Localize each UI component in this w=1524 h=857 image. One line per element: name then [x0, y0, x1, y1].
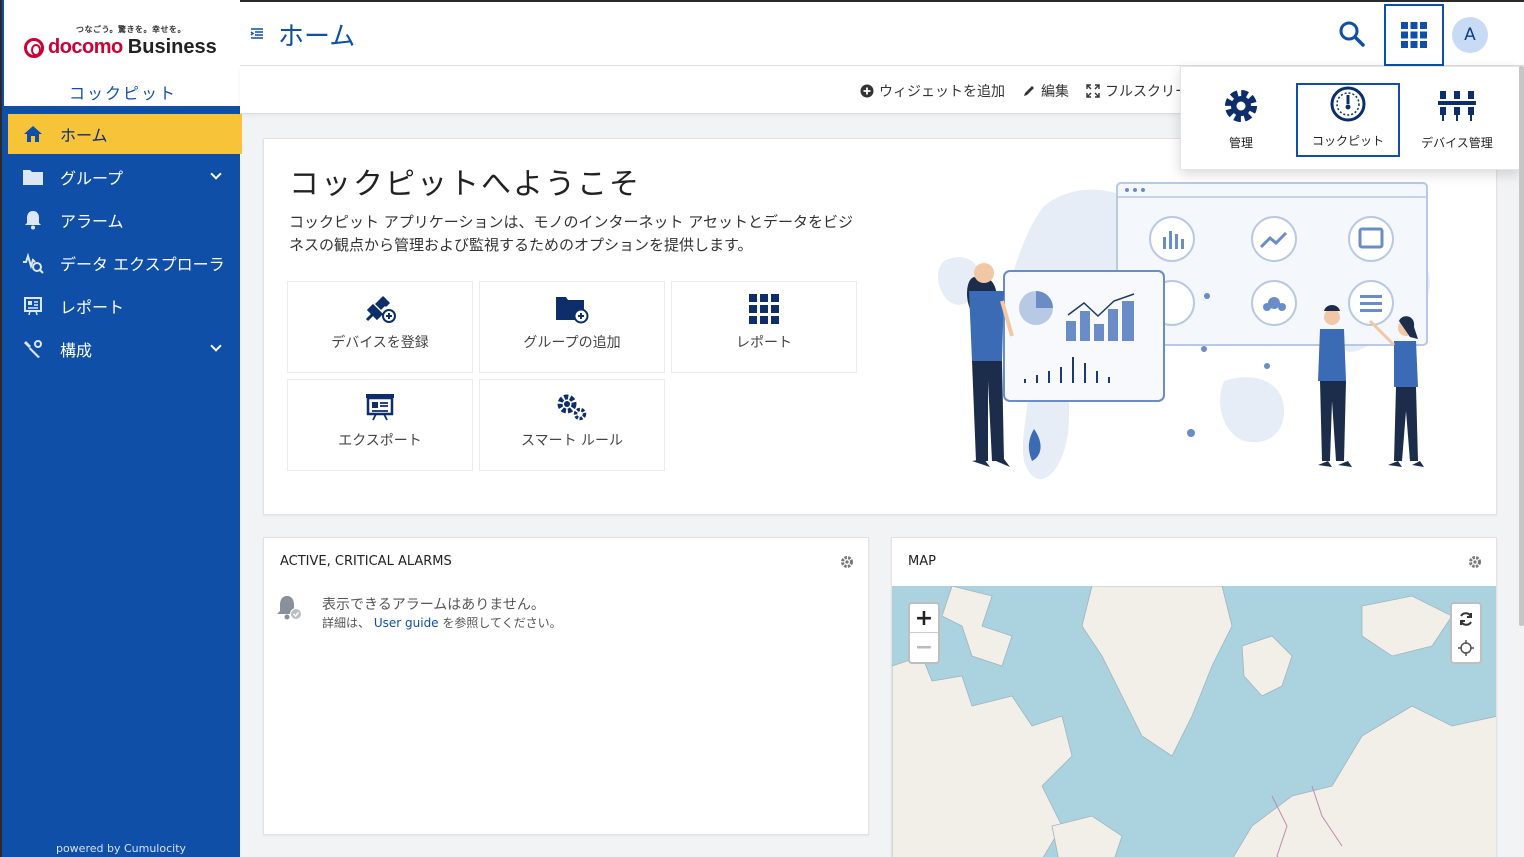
register-device-tile[interactable]: デバイスを登録 — [287, 281, 473, 373]
app-cockpit[interactable]: コックピット — [1296, 83, 1400, 157]
brand-business: Business — [127, 36, 217, 58]
sidebar-toggle-icon[interactable] — [250, 26, 264, 40]
map-canvas[interactable]: + − — [892, 586, 1496, 857]
sidebar-item-data-explorer[interactable]: データ エクスプローラ — [4, 243, 242, 283]
sidebar-item-label: ホーム — [60, 126, 108, 145]
export-tile[interactable]: エクスポート — [287, 379, 473, 471]
chevron-down-icon[interactable] — [210, 340, 222, 352]
widget-settings-gear-icon[interactable] — [840, 554, 854, 573]
widget-settings-gear-icon[interactable] — [1468, 554, 1482, 573]
tile-label: エクスポート — [338, 433, 422, 449]
docomo-logo-icon — [24, 37, 44, 58]
sidebar-item-label: 構成 — [60, 341, 93, 360]
plus-circle-icon — [860, 84, 874, 98]
locate-icon[interactable] — [1452, 633, 1480, 662]
expand-icon — [1086, 84, 1100, 98]
detail-prefix: 詳細は、 — [322, 616, 371, 630]
tile-label: スマート ルール — [520, 433, 624, 449]
no-alarms-message: 表示できるアラームはありません。 — [322, 597, 545, 613]
app-administration[interactable]: 管理 — [1189, 83, 1293, 157]
report-icon — [22, 295, 44, 317]
tile-label: レポート — [736, 335, 792, 351]
map-widget-title: MAP — [908, 554, 936, 569]
sidebar-item-label: アラーム — [60, 212, 124, 231]
app-switcher-button[interactable] — [1384, 4, 1444, 66]
brand-logo[interactable]: docomo Business — [24, 36, 217, 59]
app-label: デバイス管理 — [1421, 136, 1493, 150]
presentation-icon — [364, 392, 396, 426]
welcome-illustration — [938, 182, 1430, 480]
welcome-widget: コックピットへようこそ コックピット アプリケーションは、モノのインターネット … — [263, 138, 1497, 515]
top-header: ホーム A — [240, 0, 1524, 66]
map-controls — [1450, 602, 1482, 664]
page-title: ホーム — [278, 22, 356, 52]
sidebar-nav: ホーム グループ アラーム データ エクスプローラ レポート 構成 — [4, 114, 242, 372]
fullscreen-label: フルスクリー — [1105, 84, 1189, 100]
tile-label: デバイスを登録 — [331, 335, 429, 351]
chevron-down-icon[interactable] — [210, 168, 222, 180]
report-tile[interactable]: レポート — [671, 281, 857, 373]
sidebar-item-alarms[interactable]: アラーム — [4, 200, 242, 240]
add-group-tile[interactable]: グループの追加 — [479, 281, 665, 373]
sidebar-item-label: グループ — [60, 169, 124, 188]
sidebar: つなごう。驚きを。幸せを。 docomo Business コックピット ホーム… — [0, 0, 242, 857]
bell-icon — [22, 209, 44, 231]
gauge-icon — [1329, 85, 1367, 126]
map-widget: MAP + − — [891, 537, 1497, 857]
detail-suffix: を参照してください。 — [442, 616, 562, 630]
data-explorer-icon — [22, 252, 44, 274]
plug-add-icon — [363, 292, 397, 328]
app-device-management[interactable]: デバイス管理 — [1405, 83, 1509, 157]
sidebar-item-label: データ エクスプローラ — [60, 255, 225, 274]
alarms-widget-title: ACTIVE, CRITICAL ALARMS — [280, 554, 452, 569]
app-label: コックピット — [1311, 134, 1384, 148]
sidebar-item-groups[interactable]: グループ — [4, 157, 242, 197]
zoom-out-button[interactable]: − — [910, 633, 938, 662]
brand-tagline: つなごう。驚きを。幸せを。 — [76, 25, 187, 34]
fullscreen-button[interactable]: フルスクリー — [1086, 81, 1189, 101]
brand-docomo: docomo — [48, 36, 123, 58]
app-grid-icon — [1401, 22, 1427, 48]
map-tiles — [892, 586, 1496, 857]
pencil-icon — [1024, 86, 1034, 96]
page-scrollbar[interactable] — [1519, 66, 1524, 626]
gear-icon — [1222, 87, 1260, 128]
app-switcher-dropdown: 管理 コックピット デバイス管理 — [1180, 66, 1520, 170]
refresh-icon[interactable] — [1452, 604, 1480, 633]
zoom-control: + − — [908, 602, 940, 664]
user-guide-link[interactable]: User guide — [374, 616, 439, 630]
user-avatar[interactable]: A — [1452, 17, 1488, 53]
search-icon[interactable] — [1336, 18, 1368, 50]
edit-label: 編集 — [1041, 84, 1069, 100]
welcome-title: コックピットへようこそ — [289, 167, 641, 202]
folder-icon — [22, 166, 44, 188]
sidebar-item-home[interactable]: ホーム — [4, 114, 242, 154]
sidebar-item-configuration[interactable]: 構成 — [4, 329, 242, 369]
folder-add-icon — [554, 294, 590, 328]
configuration-icon — [22, 338, 44, 360]
smart-rule-tile[interactable]: スマート ルール — [479, 379, 665, 471]
brand-divider — [4, 106, 242, 110]
bell-check-icon — [274, 592, 304, 626]
device-management-icon — [1437, 87, 1477, 128]
welcome-description: コックピット アプリケーションは、モノのインターネット アセットとデータをビジネ… — [289, 213, 853, 254]
grid-icon — [749, 294, 779, 328]
home-icon — [22, 123, 44, 145]
zoom-in-button[interactable]: + — [910, 604, 938, 633]
powered-by: powered by Cumulocity — [55, 842, 187, 855]
edit-button[interactable]: 編集 — [1022, 81, 1069, 101]
tile-label: グループの追加 — [523, 335, 621, 351]
sidebar-item-reports[interactable]: レポート — [4, 286, 242, 326]
app-label: 管理 — [1228, 136, 1253, 150]
add-widget-button[interactable]: ウィジェットを追加 — [860, 81, 1005, 101]
no-alarms-detail: 詳細は、 User guide を参照してください。 — [322, 614, 562, 631]
gears-icon — [555, 392, 589, 426]
sidebar-item-label: レポート — [60, 298, 125, 317]
alarms-widget: ACTIVE, CRITICAL ALARMS 表示できるアラームはありません。… — [263, 537, 869, 835]
brand-header: つなごう。驚きを。幸せを。 docomo Business コックピット — [4, 0, 242, 110]
add-widget-label: ウィジェットを追加 — [879, 84, 1005, 100]
app-name: コックピット — [68, 84, 177, 103]
